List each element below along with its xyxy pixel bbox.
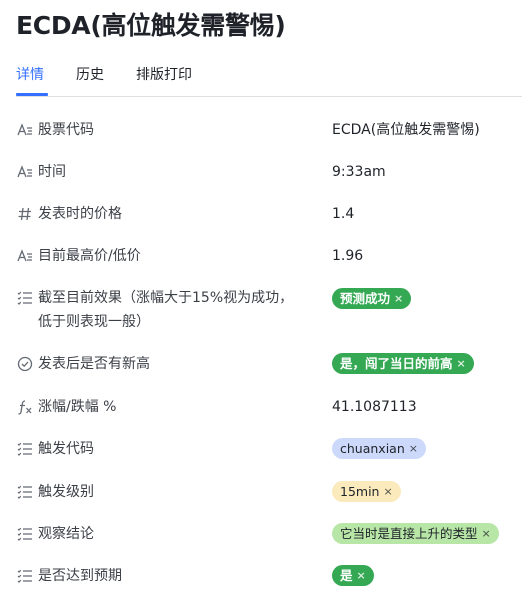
field-label: 观察结论 — [38, 526, 94, 542]
list-icon — [17, 441, 33, 457]
field-met-expectation: 是否达到预期 是 × — [0, 565, 522, 587]
field-time: 时间 9:33am — [0, 161, 522, 183]
active-tab-indicator — [16, 93, 48, 96]
status-tag[interactable]: chuanxian × — [332, 438, 426, 459]
tab-history[interactable]: 历史 — [76, 64, 104, 84]
tab-print-layout[interactable]: 排版打印 — [136, 64, 192, 84]
tag-text: 它当时是直接上升的类型 — [340, 526, 478, 541]
status-tag[interactable]: 15min × — [332, 481, 401, 502]
field-trigger-code: 触发代码 chuanxian × — [0, 438, 522, 460]
field-value[interactable]: 9:33am — [332, 161, 386, 183]
field-label: 目前最高价/低价 — [38, 248, 141, 264]
list-icon — [17, 290, 33, 306]
field-label: 股票代码 — [38, 122, 94, 138]
field-label: 触发代码 — [38, 441, 94, 457]
field-label: 时间 — [38, 164, 66, 180]
list-icon — [17, 568, 33, 584]
tag-remove-icon[interactable]: × — [383, 481, 392, 502]
tag-text: 是 — [340, 568, 353, 583]
field-label: 发表时的价格 — [38, 206, 122, 222]
field-trigger-level: 触发级别 15min × — [0, 481, 522, 503]
list-icon — [17, 484, 33, 500]
field-label: 发表后是否有新高 — [38, 356, 150, 372]
tag-text: 预测成功 — [340, 291, 391, 306]
field-current-high-low: 目前最高价/低价 1.96 — [0, 245, 522, 267]
hash-icon — [17, 206, 33, 222]
page-title: ECDA(高位触发需警惕) — [16, 11, 286, 40]
text-field-icon — [17, 248, 33, 264]
status-tag[interactable]: 它当时是直接上升的类型 × — [332, 523, 499, 544]
status-tag[interactable]: 是 × — [332, 565, 374, 586]
tag-remove-icon[interactable]: × — [357, 565, 366, 586]
status-tag[interactable]: 预测成功 × — [332, 288, 412, 309]
field-change-percent: 涨幅/跌幅 % 41.1087113 — [0, 396, 522, 418]
tag-text: 15min — [340, 484, 380, 499]
formula-icon — [17, 399, 33, 415]
tag-text: chuanxian — [340, 441, 405, 456]
field-label-line1: 截至目前效果（涨幅大于15%视为成功， — [38, 290, 294, 306]
field-label-line2: 低于则表现一般） — [38, 314, 150, 330]
field-value[interactable]: 41.1087113 — [332, 396, 417, 418]
field-value[interactable]: 1.96 — [332, 245, 363, 267]
tag-remove-icon[interactable]: × — [409, 438, 418, 459]
list-icon — [17, 526, 33, 542]
check-circle-icon — [17, 356, 33, 372]
field-new-high: 发表后是否有新高 是，闯了当日的前高 × — [0, 353, 522, 375]
text-field-icon — [17, 164, 33, 180]
field-post-price: 发表时的价格 1.4 — [0, 203, 522, 225]
tab-bar: 详情 历史 排版打印 — [16, 64, 522, 97]
field-value[interactable]: ECDA(高位触发需警惕) — [332, 119, 480, 141]
field-label: 触发级别 — [38, 484, 94, 500]
tag-remove-icon[interactable]: × — [482, 523, 491, 544]
text-field-icon — [17, 122, 33, 138]
tag-remove-icon[interactable]: × — [394, 288, 403, 309]
field-current-effect: 截至目前效果（涨幅大于15%视为成功， 低于则表现一般） 预测成功 × — [0, 286, 522, 334]
tag-text: 是，闯了当日的前高 — [340, 356, 453, 371]
tag-remove-icon[interactable]: × — [457, 353, 466, 374]
field-label: 涨幅/跌幅 % — [38, 399, 117, 415]
field-value[interactable]: 1.4 — [332, 203, 354, 225]
field-stock-code: 股票代码 ECDA(高位触发需警惕) — [0, 119, 522, 141]
tab-details[interactable]: 详情 — [16, 64, 44, 84]
field-label: 是否达到预期 — [38, 568, 122, 584]
status-tag[interactable]: 是，闯了当日的前高 × — [332, 353, 474, 374]
field-observation: 观察结论 它当时是直接上升的类型 × — [0, 523, 522, 545]
